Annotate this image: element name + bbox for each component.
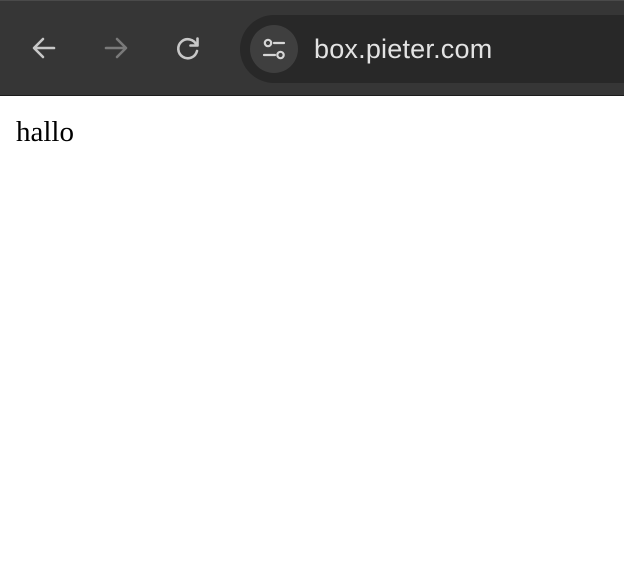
back-button[interactable] [21, 25, 67, 71]
address-bar[interactable]: box.pieter.com [240, 15, 624, 83]
browser-toolbar: box.pieter.com [0, 0, 624, 96]
reload-button[interactable] [165, 25, 211, 71]
toolbar-background: box.pieter.com [0, 0, 624, 96]
tune-icon [262, 38, 286, 60]
arrow-left-icon [32, 37, 56, 59]
forward-button[interactable] [93, 25, 139, 71]
page-body-text: hallo [16, 116, 74, 148]
page-content: hallo [0, 96, 624, 584]
url-text[interactable]: box.pieter.com [314, 15, 492, 83]
reload-icon [176, 37, 199, 60]
arrow-right-icon [104, 37, 128, 59]
site-info-button[interactable] [250, 25, 298, 73]
